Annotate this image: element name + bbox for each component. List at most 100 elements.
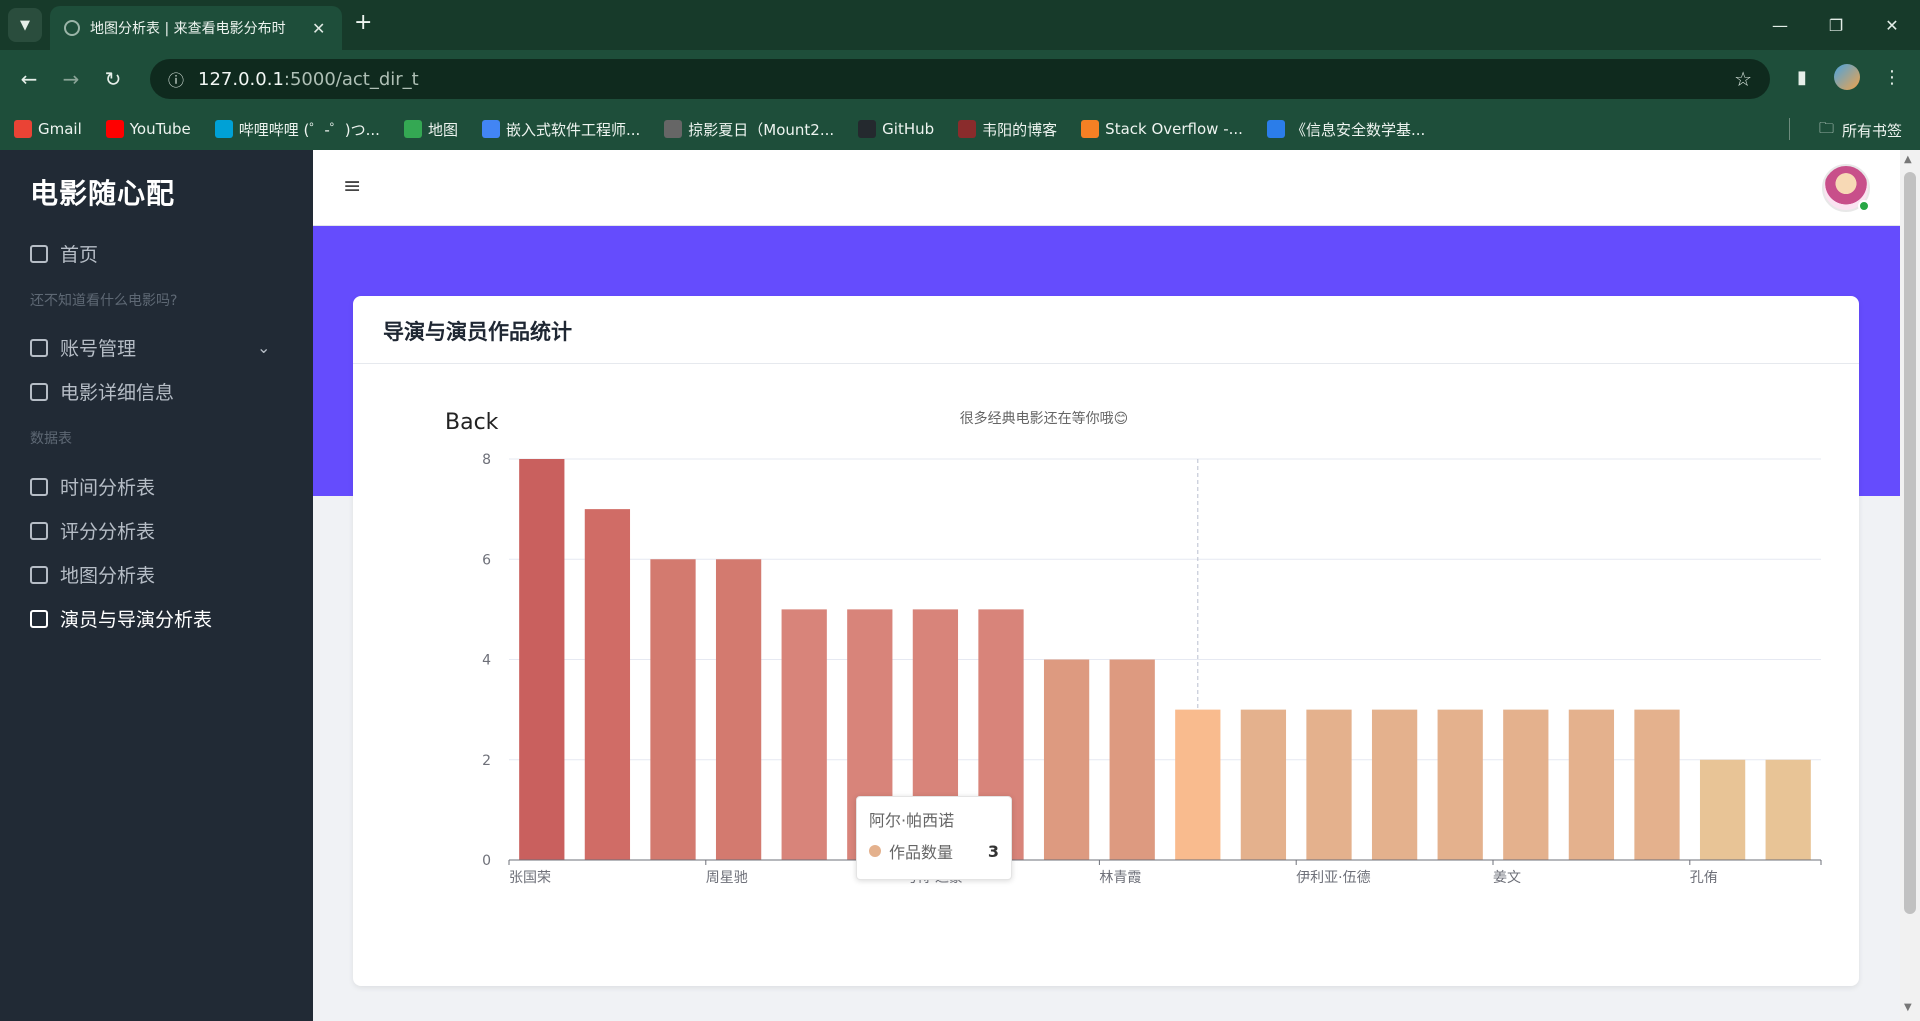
- cube-icon: [30, 565, 48, 584]
- sidebar-item-label: 首页: [60, 244, 99, 266]
- bar[interactable]: [650, 559, 696, 860]
- sidebar-item-time-analysis[interactable]: 时间分析表: [30, 473, 155, 500]
- tab-title: 地图分析表 | 来查看电影分布时: [90, 21, 286, 37]
- brand-title[interactable]: 电影随心配: [30, 172, 175, 212]
- tooltip-series-dot: [869, 845, 881, 857]
- sidebar-item-map-analysis[interactable]: 地图分析表: [30, 561, 155, 588]
- sidebar-item-account[interactable]: 账号管理: [30, 334, 136, 361]
- tab-favicon-icon: [64, 20, 80, 36]
- bar[interactable]: [519, 459, 565, 860]
- tooltip-title: 阿尔·帕西诺: [869, 811, 955, 830]
- chevron-down-icon[interactable]: ⌄: [257, 338, 270, 357]
- bar[interactable]: [1240, 709, 1287, 860]
- url-text: 127.0.0.1:5000/act_dir_t: [198, 69, 419, 90]
- chart-card: 导演与演员作品统计 Back 很多经典电影还在等你哦😊 02468张国荣周星驰马…: [353, 296, 1859, 986]
- bookmark-label: GitHub: [882, 120, 935, 138]
- cube-icon: [30, 609, 48, 628]
- y-tick-label: 0: [482, 853, 491, 869]
- bar[interactable]: [1699, 759, 1746, 860]
- url-host: 127.0.0.1: [198, 68, 284, 90]
- bar[interactable]: [1371, 709, 1418, 860]
- bookmark-item[interactable]: 地图: [403, 119, 458, 140]
- sidebar-item-movie-detail[interactable]: 电影详细信息: [30, 378, 174, 405]
- sidebar-item-score-analysis[interactable]: 评分分析表: [30, 517, 155, 544]
- online-status-dot: [1858, 200, 1870, 212]
- sidebar-item-label: 地图分析表: [60, 565, 156, 587]
- sidebar: 电影随心配 首页 还不知道看什么电影吗? 账号管理 ⌄ 电影详细信息 数据表 时…: [0, 150, 313, 1021]
- bookmark-item[interactable]: 嵌入式软件工程师...: [481, 119, 640, 140]
- scroll-down-arrow-icon[interactable]: ▼: [1904, 1002, 1912, 1013]
- hamburger-menu-icon[interactable]: ≡: [343, 174, 361, 199]
- browser-tabstrip: ▼ 地图分析表 | 来查看电影分布时 ✕ + — ❐ ✕: [0, 0, 1920, 50]
- chart-area: Back 很多经典电影还在等你哦😊 02468张国荣周星驰马特·达蒙林青霞伊利亚…: [353, 364, 1859, 986]
- bookmark-item[interactable]: Stack Overflow -...: [1081, 120, 1243, 138]
- sidebar-section-label: 还不知道看什么电影吗?: [30, 293, 178, 309]
- bookmark-item[interactable]: 韦阳的博客: [958, 119, 1057, 140]
- bar-chart: 02468张国荣周星驰马特·达蒙林青霞伊利亚·伍德姜文孔侑: [482, 452, 1822, 886]
- sidebar-item-label: 演员与导演分析表: [60, 609, 213, 631]
- bookmark-favicon-icon: [664, 120, 683, 138]
- sidebar-item-home[interactable]: 首页: [30, 240, 98, 267]
- card-header: 导演与演员作品统计: [353, 296, 1859, 364]
- lock-icon: [30, 338, 48, 357]
- side-panel-icon[interactable]: ▮: [1788, 67, 1816, 88]
- home-icon: [30, 244, 48, 263]
- bookmark-item[interactable]: 《信息安全数学基...: [1266, 119, 1425, 140]
- restore-icon[interactable]: ❐: [1808, 0, 1864, 50]
- bar[interactable]: [715, 559, 762, 860]
- bar[interactable]: [1634, 709, 1680, 860]
- url-path: :5000/act_dir_t: [283, 68, 419, 90]
- browser-tab-active[interactable]: 地图分析表 | 来查看电影分布时 ✕: [50, 6, 342, 50]
- bar[interactable]: [1109, 659, 1155, 861]
- bar[interactable]: [584, 509, 631, 860]
- back-arrow-icon[interactable]: ←: [14, 64, 44, 94]
- sidebar-item-label: 账号管理: [60, 338, 137, 360]
- sidebar-item-actor-director[interactable]: 演员与导演分析表: [30, 605, 212, 632]
- top-header: ≡: [313, 150, 1900, 226]
- bookmark-item[interactable]: 掠影夏日（Mount2...: [664, 119, 834, 140]
- page-scrollbar[interactable]: ▲ ▼: [1900, 150, 1920, 1021]
- sidebar-section-label: 数据表: [30, 431, 72, 447]
- reload-icon[interactable]: ↻: [98, 64, 128, 94]
- x-tick-label: 孔侑: [1690, 870, 1718, 886]
- minimize-icon[interactable]: —: [1752, 0, 1808, 50]
- bookmark-favicon-icon: [481, 120, 500, 138]
- window-controls: — ❐ ✕: [1752, 0, 1920, 50]
- bar[interactable]: [1306, 709, 1352, 860]
- bar[interactable]: [1175, 709, 1221, 860]
- forward-arrow-icon[interactable]: →: [56, 64, 86, 94]
- bar[interactable]: [1043, 659, 1090, 861]
- bookmark-item[interactable]: Gmail: [14, 120, 82, 138]
- bookmark-label: Gmail: [38, 120, 82, 138]
- address-bar[interactable]: ⓘ 127.0.0.1:5000/act_dir_t ☆: [150, 59, 1770, 99]
- sidebar-item-label: 时间分析表: [60, 477, 156, 499]
- bookmark-favicon-icon: [1081, 120, 1100, 138]
- site-info-icon[interactable]: ⓘ: [168, 67, 184, 91]
- y-tick-label: 6: [482, 552, 491, 568]
- bar[interactable]: [1568, 709, 1615, 860]
- browser-toolbar: ← → ↻ ⓘ 127.0.0.1:5000/act_dir_t ☆ ▮ ⋮: [0, 50, 1920, 108]
- bookmark-item[interactable]: YouTube: [105, 120, 191, 138]
- x-tick-label: 姜文: [1493, 870, 1521, 886]
- bar[interactable]: [1765, 759, 1811, 860]
- profile-avatar-icon[interactable]: [1834, 64, 1860, 90]
- bar[interactable]: [781, 609, 827, 860]
- scroll-thumb[interactable]: [1904, 172, 1916, 914]
- sidebar-item-label: 电影详细信息: [60, 382, 175, 404]
- bookmark-item[interactable]: 哔哩哔哩 (゜-゜)つ...: [214, 119, 380, 140]
- close-window-icon[interactable]: ✕: [1864, 0, 1920, 50]
- bookmark-favicon-icon: [403, 120, 422, 138]
- bookmark-item[interactable]: GitHub: [858, 120, 934, 138]
- menu-kebab-icon[interactable]: ⋮: [1878, 67, 1906, 88]
- tab-close-icon[interactable]: ✕: [312, 19, 325, 38]
- bookmark-label: YouTube: [129, 120, 191, 138]
- scroll-up-arrow-icon[interactable]: ▲: [1904, 154, 1912, 165]
- y-tick-label: 4: [482, 653, 491, 669]
- tab-search-dropdown-icon[interactable]: ▼: [8, 8, 42, 42]
- all-bookmarks-button[interactable]: 🗀 所有书签: [1819, 118, 1902, 143]
- new-tab-icon[interactable]: +: [354, 10, 372, 35]
- x-tick-label: 林青霞: [1099, 870, 1141, 886]
- bookmark-star-icon[interactable]: ☆: [1734, 67, 1752, 91]
- bar[interactable]: [1503, 709, 1549, 860]
- bar[interactable]: [1437, 709, 1483, 860]
